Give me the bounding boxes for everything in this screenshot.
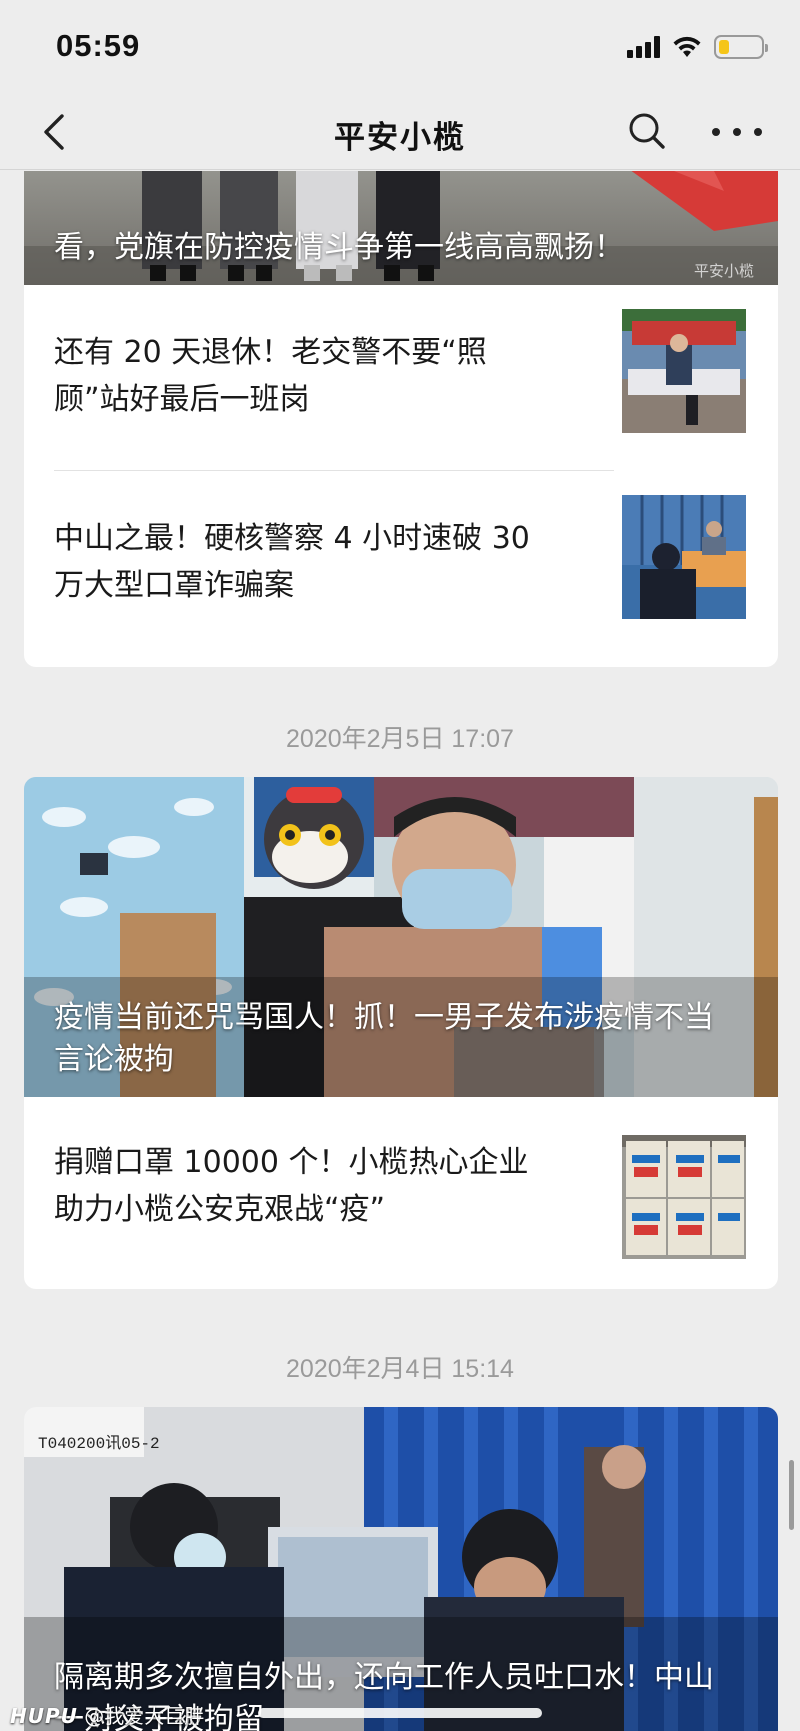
page-title: 平安小榄 xyxy=(334,120,466,156)
article-thumbnail xyxy=(622,495,746,619)
article-group-card: T040200讯05-2 隔离期多次擅自外出，还向工作人员吐口水！中山一对父子被… xyxy=(24,1407,778,1731)
hero-title: 疫情当前还咒骂国人！抓！一男子发布涉疫情不当言论被拘 xyxy=(54,1000,714,1077)
article-thumbnail xyxy=(622,309,746,433)
article-feed: 看，党旗在防控疫情斗争第一线高高飘扬！ 平安小榄 还有 20 天退休！老交警不要… xyxy=(0,171,800,1731)
search-icon[interactable] xyxy=(624,108,670,154)
hero-article[interactable]: 看，党旗在防控疫情斗争第一线高高飘扬！ 平安小榄 xyxy=(24,171,778,285)
article-group-card: 看，党旗在防控疫情斗争第一线高高飘扬！ 平安小榄 还有 20 天退休！老交警不要… xyxy=(24,171,778,667)
status-icons xyxy=(627,32,768,62)
hupu-watermark: HUPU @我爱大巨胖 xyxy=(10,1700,204,1729)
more-icon[interactable] xyxy=(712,110,762,154)
list-item[interactable]: 捐赠口罩 10000 个！小榄热心企业助力小榄公安克艰战“疫” xyxy=(24,1097,778,1289)
nav-bar: 平安小榄 xyxy=(0,96,800,170)
hero-article[interactable]: T040200讯05-2 隔离期多次擅自外出，还向工作人员吐口水！中山一对父子被… xyxy=(24,1407,778,1731)
watermark-brand: HUPU xyxy=(10,1704,78,1728)
article-thumbnail xyxy=(622,1135,746,1259)
hero-title: 看，党旗在防控疫情斗争第一线高高飘扬！ xyxy=(54,230,624,265)
wifi-icon xyxy=(673,36,701,57)
date-label: 2020年2月4日 15:14 xyxy=(286,1355,514,1383)
article-title: 还有 20 天退休！老交警不要“照顾”站好最后一班岗 xyxy=(54,335,487,417)
room-sign-text: T040200讯05-2 xyxy=(38,1435,160,1453)
status-time: 05:59 xyxy=(56,28,141,63)
list-item[interactable]: 中山之最！硬核警察 4 小时速破 30 万大型口罩诈骗案 xyxy=(24,471,778,657)
hero-article[interactable]: 疫情当前还咒骂国人！抓！一男子发布涉疫情不当言论被拘 xyxy=(24,777,778,1097)
scrollbar[interactable] xyxy=(789,1460,794,1530)
watermark-user: @我爱大巨胖 xyxy=(84,1704,205,1728)
battery-icon xyxy=(714,35,768,59)
article-title: 中山之最！硬核警察 4 小时速破 30 万大型口罩诈骗案 xyxy=(54,521,530,603)
article-title: 捐赠口罩 10000 个！小榄热心企业助力小榄公安克艰战“疫” xyxy=(54,1145,529,1227)
hero-watermark: 平安小榄 xyxy=(693,262,754,280)
home-indicator[interactable] xyxy=(258,1708,542,1718)
list-item[interactable]: 还有 20 天退休！老交警不要“照顾”站好最后一班岗 xyxy=(24,285,778,471)
battery-level xyxy=(719,40,729,54)
cellular-signal-icon xyxy=(627,36,660,58)
status-bar: 05:59 xyxy=(0,0,800,96)
date-label: 2020年2月5日 17:07 xyxy=(286,725,514,753)
article-group-card: 疫情当前还咒骂国人！抓！一男子发布涉疫情不当言论被拘 捐赠口罩 10000 个！… xyxy=(24,777,778,1289)
